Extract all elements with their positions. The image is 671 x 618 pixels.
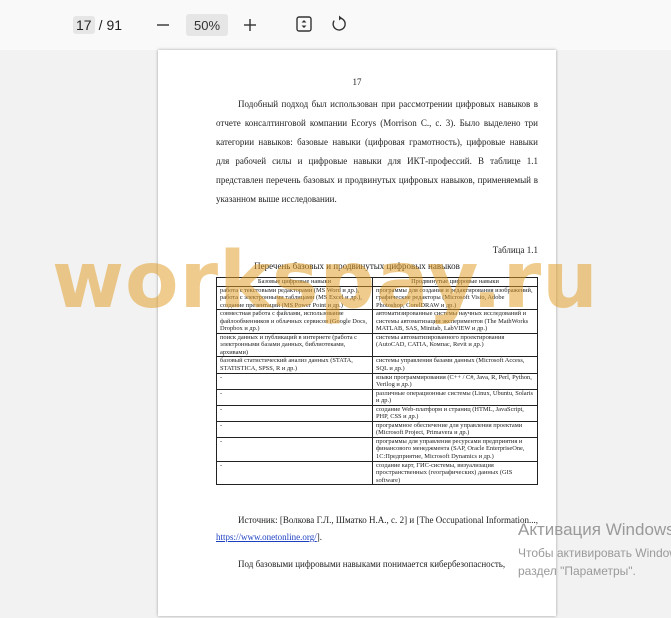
table-row: базовый статистический анализ данных (ST… [216, 356, 538, 374]
table-cell: - [216, 420, 373, 438]
table-cell: системы автоматизированного проектирован… [372, 332, 538, 358]
paragraph-text: Подобный подход был использован при расс… [216, 99, 538, 204]
paragraph-text: Под базовыми цифровыми навыками понимает… [238, 559, 506, 569]
table-cell: различные операционные системы (Linux, U… [372, 388, 538, 406]
total-pages: 91 [106, 17, 123, 33]
table-row: - программное обеспечение для управления … [216, 420, 538, 438]
source-note: Источник: [Волкова Г.Л., Шматко Н.А., с.… [216, 512, 538, 546]
current-page-input[interactable]: 17 [73, 16, 95, 34]
zoom-in-button[interactable] [239, 14, 261, 36]
table-cell: системы управления базами данных (Micros… [372, 356, 538, 374]
table-cell: базовый статистический анализ данных (ST… [216, 356, 373, 374]
document-page: 17 Подобный подход был использован при р… [158, 50, 556, 616]
table-cell: создание карт, ГИС-системы, визуализация… [372, 460, 538, 486]
table-cell: программное обеспечение для управления п… [372, 420, 538, 438]
activation-line: Чтобы активировать Windows, перейдите в [518, 546, 671, 560]
table-cell: создание Web-платформ и страниц (HTML, J… [372, 404, 538, 422]
page-number: 17 [352, 77, 362, 87]
table-cell: - [216, 372, 373, 390]
table-cell: языки программирования (C++ / C#, Java, … [372, 372, 538, 390]
minus-icon [157, 24, 169, 26]
table-row: - программы для управления ресурсами пред… [216, 436, 538, 462]
page-indicator: 17 / 91 [73, 14, 122, 36]
table-row: поиск данных и публикаций в интернете (р… [216, 332, 538, 358]
pdf-toolbar: 17 / 91 50% [0, 0, 671, 50]
watermark: workspay.ru [52, 236, 599, 326]
windows-activation-notice: Активация Windows Чтобы активировать Win… [518, 520, 671, 578]
table-row: - различные операционные системы (Linux, … [216, 388, 538, 406]
fit-page-button[interactable] [294, 14, 314, 34]
source-suffix: ]. [316, 532, 322, 542]
table-cell: - [216, 404, 373, 422]
table-row: - языки программирования (C++ / C#, Java,… [216, 372, 538, 390]
paragraph: Под базовыми цифровыми навыками понимает… [216, 555, 538, 574]
paragraph: Подобный подход был использован при расс… [216, 95, 538, 209]
source-link[interactable]: https://www.onetonline.org/ [216, 532, 317, 542]
rotate-icon [332, 15, 346, 31]
rotate-button[interactable] [329, 14, 349, 34]
page-separator: / [98, 17, 103, 33]
table-cell: - [216, 388, 373, 406]
activation-title: Активация Windows [518, 520, 671, 539]
fit-height-icon [296, 16, 312, 32]
plus-icon [244, 19, 256, 31]
source-text: Источник: [Волкова Г.Л., Шматко Н.А., с.… [238, 515, 538, 525]
table-row: - создание Web-платформ и страниц (HTML, … [216, 404, 538, 422]
zoom-out-button[interactable] [152, 14, 174, 36]
table-cell: поиск данных и публикаций в интернете (р… [216, 332, 373, 358]
activation-line: раздел "Параметры". [518, 564, 636, 578]
table-row: - создание карт, ГИС-системы, визуализаци… [216, 460, 538, 486]
table-cell: программы для управления ресурсами предп… [372, 436, 538, 462]
table-cell: - [216, 460, 373, 486]
table-cell: - [216, 436, 373, 462]
zoom-level[interactable]: 50% [186, 14, 228, 36]
